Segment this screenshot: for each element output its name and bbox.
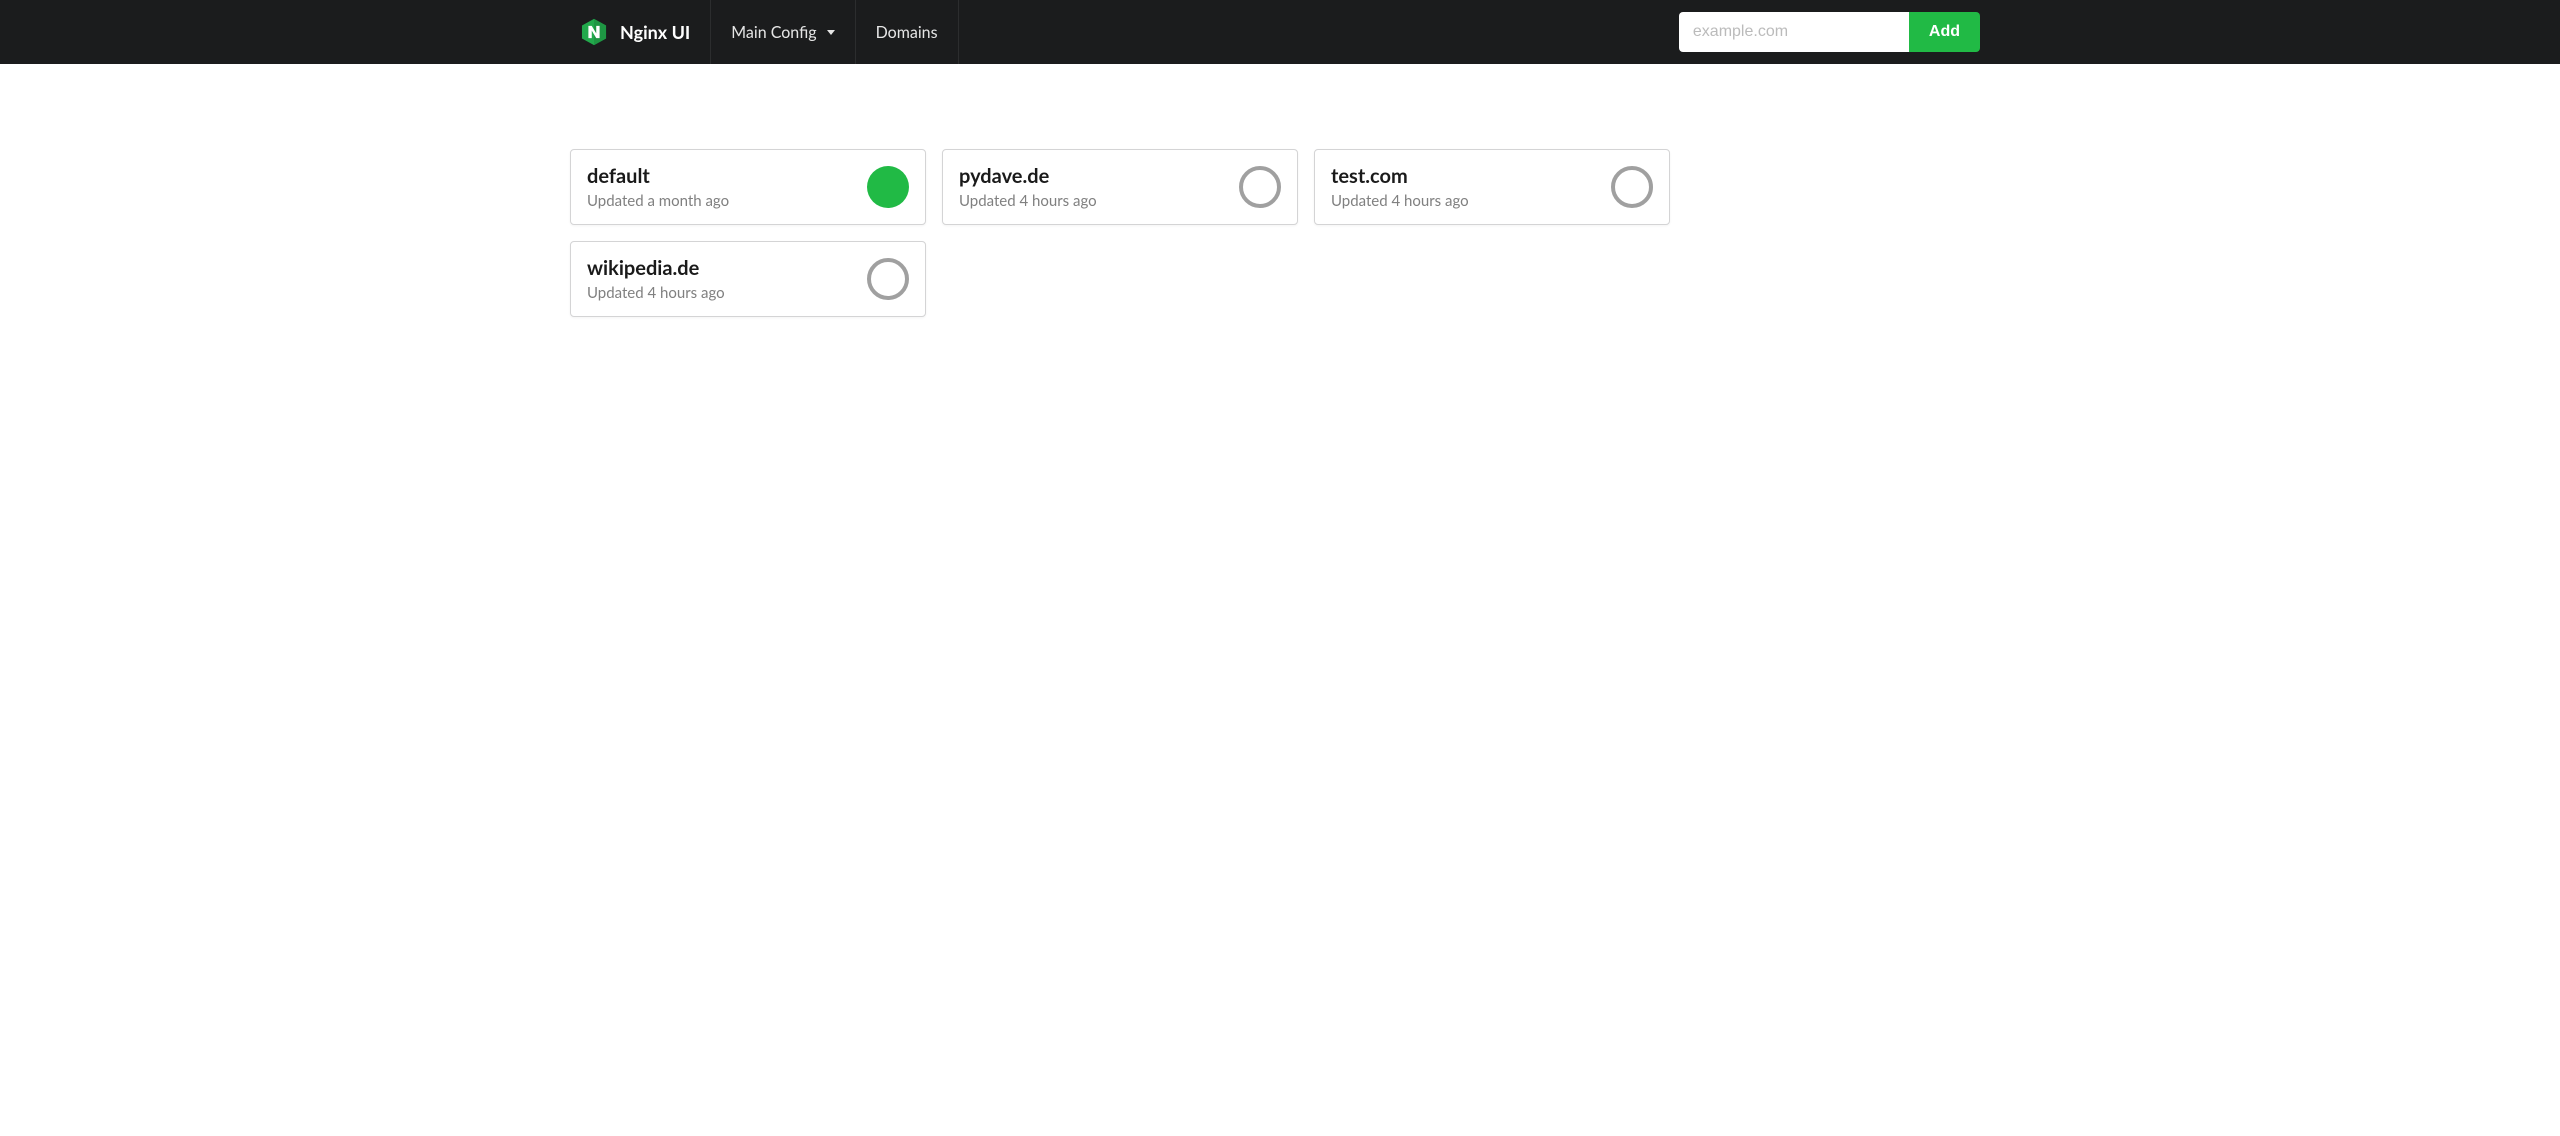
domain-cards-grid: default Updated a month ago pydave.de Updat…: [570, 149, 1990, 317]
domain-card[interactable]: wikipedia.de Updated 4 hours ago: [570, 241, 926, 317]
domain-card-body: default Updated a month ago: [587, 164, 867, 210]
domain-updated: Updated 4 hours ago: [587, 284, 867, 302]
domain-card[interactable]: test.com Updated 4 hours ago: [1314, 149, 1670, 225]
domain-card-body: pydave.de Updated 4 hours ago: [959, 164, 1239, 210]
brand-link[interactable]: Nginx UI: [570, 0, 711, 64]
domain-name: default: [587, 164, 867, 188]
navbar-inner: Nginx UI Main Config Domains Add: [550, 0, 2010, 64]
brand-title: Nginx UI: [620, 21, 690, 43]
domain-card[interactable]: pydave.de Updated 4 hours ago: [942, 149, 1298, 225]
status-disabled-icon[interactable]: [867, 258, 909, 300]
navbar-right: Add: [1679, 12, 1990, 52]
domain-card-body: wikipedia.de Updated 4 hours ago: [587, 256, 867, 302]
domain-card[interactable]: default Updated a month ago: [570, 149, 926, 225]
domain-card-body: test.com Updated 4 hours ago: [1331, 164, 1611, 210]
nav-main-config-label: Main Config: [731, 23, 816, 42]
status-enabled-icon[interactable]: [867, 166, 909, 208]
add-domain-button[interactable]: Add: [1909, 12, 1980, 52]
domain-updated: Updated a month ago: [587, 192, 867, 210]
domain-name: pydave.de: [959, 164, 1239, 188]
nav-domains[interactable]: Domains: [856, 0, 959, 64]
domain-updated: Updated 4 hours ago: [1331, 192, 1611, 210]
add-domain-input[interactable]: [1679, 12, 1909, 52]
nginx-logo-icon: [580, 18, 608, 46]
main-container: default Updated a month ago pydave.de Updat…: [550, 64, 2010, 317]
navbar: Nginx UI Main Config Domains Add: [0, 0, 2560, 64]
domain-updated: Updated 4 hours ago: [959, 192, 1239, 210]
add-domain-form: Add: [1679, 12, 1980, 52]
domain-name: test.com: [1331, 164, 1611, 188]
nav-main-config[interactable]: Main Config: [711, 0, 855, 64]
caret-down-icon: [827, 30, 835, 35]
status-disabled-icon[interactable]: [1239, 166, 1281, 208]
status-disabled-icon[interactable]: [1611, 166, 1653, 208]
nav-domains-label: Domains: [876, 23, 938, 42]
domain-name: wikipedia.de: [587, 256, 867, 280]
